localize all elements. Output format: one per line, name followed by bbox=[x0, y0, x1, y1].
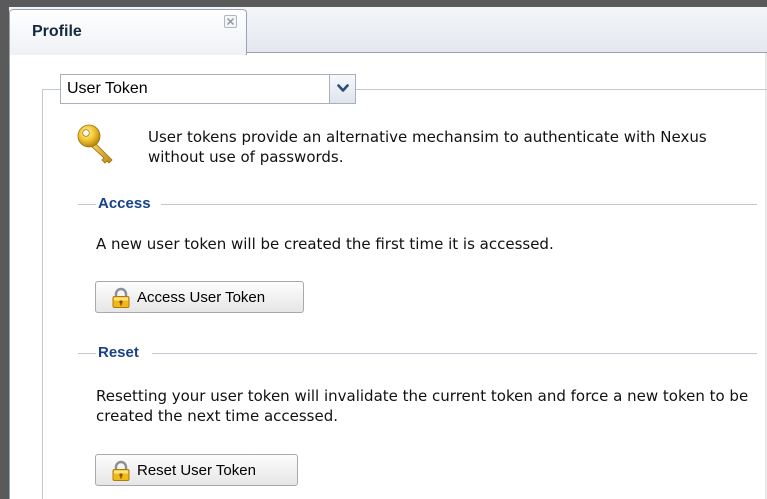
access-user-token-button[interactable]: Access User Token bbox=[95, 281, 304, 313]
tab-profile[interactable]: Profile bbox=[9, 9, 247, 55]
intro-text: User tokens provide an alternative mecha… bbox=[148, 128, 707, 166]
panel-border bbox=[9, 53, 10, 499]
tab-title: Profile bbox=[32, 23, 82, 40]
padlock-icon bbox=[112, 460, 130, 481]
reset-description: Resetting your user token will invalidat… bbox=[96, 387, 749, 425]
close-icon[interactable] bbox=[224, 15, 237, 28]
access-legend: Access bbox=[98, 195, 151, 212]
fieldset-border bbox=[42, 89, 43, 499]
reset-user-token-button[interactable]: Reset User Token bbox=[95, 454, 298, 486]
reset-fieldset-border bbox=[78, 353, 96, 354]
reset-fieldset-border bbox=[152, 353, 757, 354]
access-description: A new user token will be created the fir… bbox=[96, 235, 554, 253]
profile-section-select-value: User Token bbox=[67, 80, 148, 97]
profile-section-select[interactable]: User Token bbox=[60, 74, 356, 104]
padlock-icon bbox=[112, 287, 130, 308]
key-icon bbox=[77, 124, 113, 164]
reset-legend: Reset bbox=[98, 344, 139, 361]
window-frame-left bbox=[0, 0, 9, 499]
access-fieldset-border bbox=[161, 204, 757, 205]
window-frame-top bbox=[0, 0, 767, 7]
reset-user-token-label: Reset User Token bbox=[137, 462, 256, 479]
fieldset-border bbox=[356, 89, 767, 90]
chevron-down-icon[interactable] bbox=[329, 75, 355, 103]
fieldset-border bbox=[42, 89, 60, 90]
access-fieldset-border bbox=[78, 204, 96, 205]
access-user-token-label: Access User Token bbox=[137, 289, 266, 306]
